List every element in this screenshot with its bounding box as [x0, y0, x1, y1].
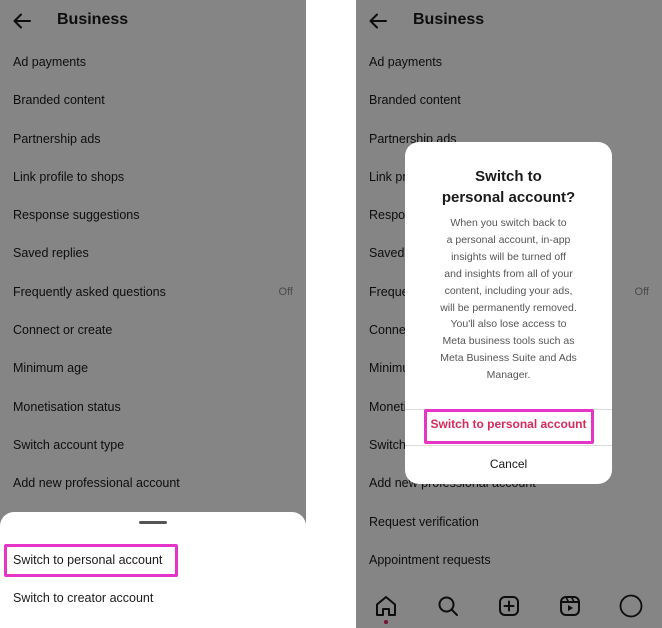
divider	[405, 445, 612, 446]
dialog-message-line: Meta Business Suite and Ads	[440, 352, 577, 365]
bottom-sheet: Switch to personal account Switch to cre…	[0, 512, 306, 628]
dialog-title-line: Switch to	[475, 168, 542, 185]
cancel-button[interactable]: Cancel	[405, 457, 612, 471]
sheet-drag-handle[interactable]	[139, 521, 167, 524]
left-screen: Business Ad payments Branded content Par…	[0, 0, 306, 628]
dialog-message-line: insights will be turned off	[451, 250, 566, 263]
dialog-title-line: personal account?	[441, 189, 576, 206]
dialog-message-line: a personal account, in-app	[446, 233, 571, 246]
dialog-title: Switch to personal account?	[415, 166, 602, 208]
dialog-message-line: Meta business tools such as	[442, 335, 575, 348]
divider	[405, 409, 612, 410]
switch-to-personal-button[interactable]: Switch to personal account	[405, 417, 612, 431]
dialog-message-line: You'll also lose access to	[450, 318, 567, 331]
dialog-message: When you switch back to a personal accou…	[417, 215, 600, 384]
dialog-message-line: content, including your ads,	[444, 284, 573, 297]
dialog-message-line: Manager.	[486, 369, 531, 382]
dialog-message-line: will be permanently removed.	[440, 301, 577, 314]
switch-to-personal-option[interactable]: Switch to personal account	[13, 553, 162, 567]
dialog-message-line: When you switch back to	[450, 217, 567, 229]
dialog-message-line: and insights from all of your	[444, 267, 573, 280]
right-screen: Business Ad payments Branded content Par…	[356, 0, 662, 628]
confirm-dialog: Switch to personal account? When you swi…	[405, 142, 612, 484]
switch-to-creator-option[interactable]: Switch to creator account	[13, 591, 153, 605]
